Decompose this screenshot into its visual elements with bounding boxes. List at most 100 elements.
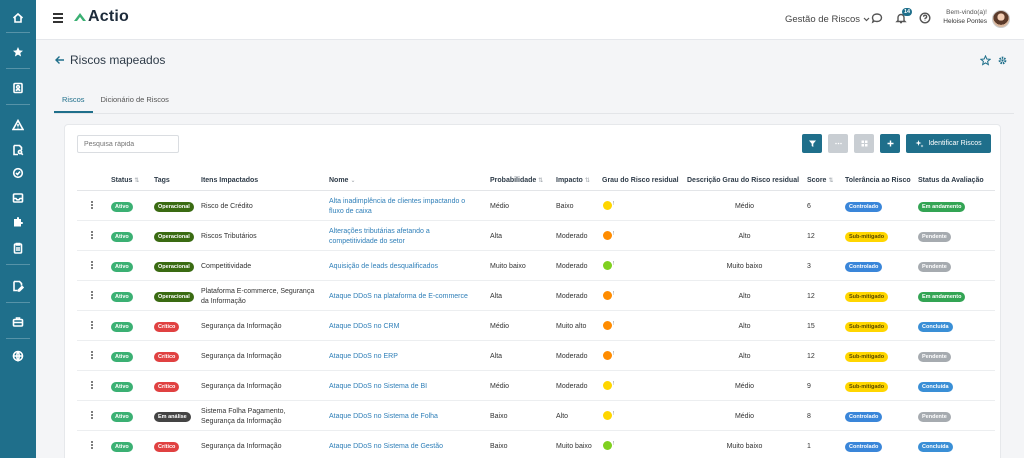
avatar[interactable] [992,10,1010,28]
row-actions-icon[interactable] [91,441,93,451]
row-actions-icon[interactable] [91,411,93,421]
grid-view-button[interactable] [854,134,874,153]
row-actions-icon[interactable] [91,201,93,211]
col-tolerancia[interactable]: Tolerância ao Risco [845,177,911,184]
settings-check-icon[interactable] [0,164,36,182]
tolerance-badge: Controlado [845,442,883,452]
row-actions-icon[interactable] [91,261,93,271]
table-row[interactable]: Ativo Operacional Risco de Crédito Alta ina… [77,191,995,221]
app-logo[interactable]: Actio [74,8,129,26]
contacts-icon[interactable] [0,79,36,97]
table-row[interactable]: Ativo Operacional Plataforma E-commerce, S… [77,281,995,311]
tolerance-badge: Sub-mitigado [845,292,889,302]
table-row[interactable]: Ativo Operacional Riscos Tributários Altera… [77,221,995,251]
table-row[interactable]: Ativo Operacional Competitividade Aquisição… [77,251,995,281]
chat-icon[interactable] [870,11,884,25]
col-probabilidade[interactable]: Probabilidade ⇅ [490,177,543,184]
cell-nome-link[interactable]: fluxo de caixa [329,207,372,216]
cell-nome-link[interactable]: Ataque DDoS no Sistema de BI [329,382,427,391]
identify-risks-button[interactable]: Identificar Riscos [906,134,991,153]
menu-icon[interactable] [53,13,63,23]
tolerance-badge: Sub-mitigado [845,322,889,332]
search-input[interactable] [77,135,179,153]
cell-nome-link[interactable]: Ataque DDoS no Sistema de Gestão [329,442,443,451]
tag-badge: Em análise [154,412,191,422]
cell-itens: Plataforma E-commerce, Segurança [201,288,315,295]
puzzle-icon[interactable] [0,213,36,231]
home-icon[interactable] [0,9,36,27]
favorite-star-icon[interactable] [980,55,991,66]
sidebar-divider [6,302,30,303]
cell-itens: Segurança da Informação [201,383,282,390]
add-button[interactable] [880,134,900,153]
cell-nome-link[interactable]: Ataque DDoS na plataforma de E-commerce [329,292,468,301]
module-selector[interactable]: Gestão de Riscos [785,14,870,25]
row-actions-icon[interactable] [91,291,93,301]
table-row[interactable]: Ativo Crítico Segurança da Informação Ataqu… [77,311,995,341]
col-itens[interactable]: Itens Impactados [201,177,258,184]
sidebar-divider [6,264,30,265]
col-nome[interactable]: Nome ⌄ [329,177,355,184]
cell-probabilidade: Baixo [490,413,508,420]
cell-score: 12 [807,293,815,300]
user-info[interactable]: Bem-vindo(a)! Heloise Pontes [941,9,987,25]
cell-itens: Segurança da Informação [201,323,282,330]
row-actions-icon[interactable] [91,231,93,241]
search-document-icon[interactable] [0,141,36,159]
sidebar-divider [6,68,30,69]
cell-impacto: Moderado [556,383,588,390]
col-grau[interactable]: Grau do Risco residual [602,177,679,184]
cell-probabilidade: Alta [490,233,503,240]
back-arrow-icon[interactable] [54,54,66,66]
tab-dicionario[interactable]: Dicionário de Riscos [93,95,177,113]
col-status[interactable]: Status ⇅ [111,177,139,184]
more-options-button[interactable] [828,134,848,153]
row-actions-icon[interactable] [91,321,93,331]
edit-document-icon[interactable] [0,277,36,295]
help-icon[interactable] [918,11,932,25]
identify-risks-label: Identificar Riscos [928,140,982,147]
inbox-icon[interactable] [0,189,36,207]
risk-level-flag-icon: ! [613,351,615,357]
plus-icon [887,140,893,147]
col-impacto[interactable]: Impacto ⇅ [556,177,590,184]
cell-impacto: Moderado [556,353,588,360]
cell-probabilidade: Médio [490,383,510,390]
filter-button[interactable] [802,134,822,153]
row-actions-icon[interactable] [91,381,93,391]
cell-nome-link[interactable]: Ataque DDoS no Sistema de Folha [329,412,438,421]
status-badge: Ativo [111,322,133,332]
cell-nome-link[interactable]: Alterações tributárias afetando a [329,227,430,236]
gear-icon[interactable] [997,55,1008,66]
row-actions-icon[interactable] [91,351,93,361]
cell-nome-link[interactable]: Ataque DDoS no ERP [329,352,398,361]
cell-score: 6 [807,203,811,210]
risk-level-flag-icon: ! [613,321,615,327]
clipboard-icon[interactable] [0,239,36,257]
cell-itens: da Informação [201,297,246,305]
table-row[interactable]: Ativo Crítico Segurança da Informação Ataqu… [77,431,995,458]
col-avaliacao[interactable]: Status da Avaliação [918,177,984,184]
cell-impacto: Baixo [556,203,574,210]
warning-icon[interactable] [0,116,36,134]
briefcase-icon[interactable] [0,313,36,331]
cell-nome-link[interactable]: Alta inadimplência de clientes impactand… [329,197,465,206]
cell-nome-link[interactable]: competitividade do setor [329,237,405,246]
table-row[interactable]: Ativo Crítico Segurança da Informação Ataqu… [77,371,995,401]
tab-riscos[interactable]: Riscos [54,95,93,113]
notification-badge: 14 [902,8,913,16]
table-row[interactable]: Ativo Em análise Sistema Folha Pagamento, S… [77,401,995,431]
tolerance-badge: Controlado [845,202,883,212]
cell-nome-link[interactable]: Ataque DDoS no CRM [329,322,399,331]
globe-icon[interactable] [0,347,36,365]
table-row[interactable]: Ativo Crítico Segurança da Informação Ataqu… [77,341,995,371]
risk-level-dot [603,231,612,240]
status-badge: Ativo [111,352,133,362]
status-badge: Ativo [111,262,133,272]
col-score[interactable]: Score ⇅ [807,177,834,184]
star-icon[interactable] [0,43,36,61]
col-tags[interactable]: Tags [154,177,170,184]
col-descricao[interactable]: Descrição Grau do Risco residual [687,177,799,184]
sidebar-divider [6,32,30,33]
cell-nome-link[interactable]: Aquisição de leads desqualificados [329,262,438,271]
